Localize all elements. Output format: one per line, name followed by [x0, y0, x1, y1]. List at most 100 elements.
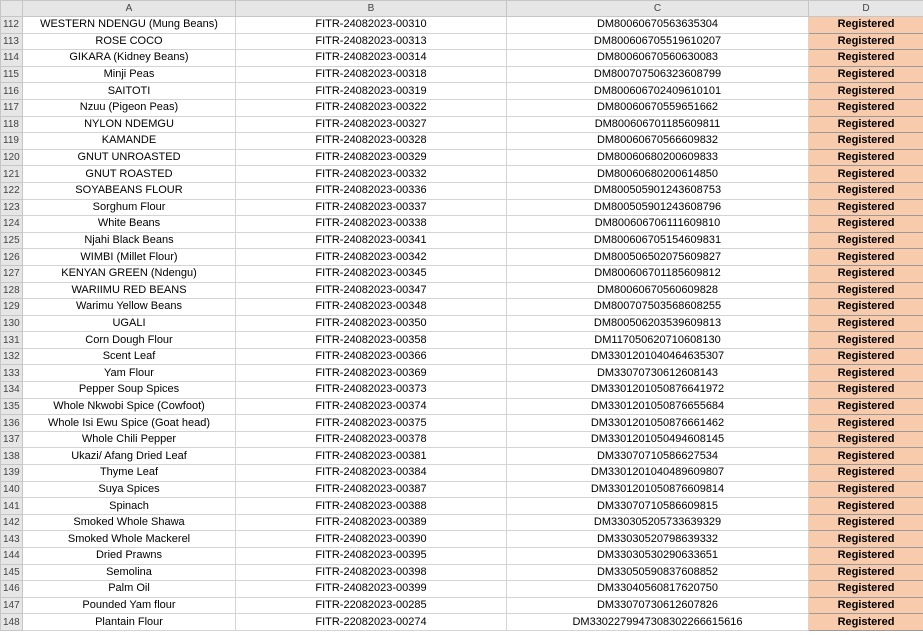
cell-dm-code[interactable]: DM800606705519610207 [506, 32, 809, 51]
cell-fitr-number[interactable]: FITR-24082023-00369 [235, 364, 507, 383]
cell-status[interactable]: Registered [808, 215, 923, 233]
cell-status[interactable]: Registered [808, 231, 923, 250]
cell-dm-code[interactable]: DM33030530290633651 [506, 547, 809, 565]
cell-fitr-number[interactable]: FITR-24082023-00348 [235, 298, 507, 316]
cell-status[interactable]: Registered [808, 381, 923, 399]
cell-status[interactable]: Registered [808, 547, 923, 565]
table-row[interactable]: 112 WESTERN NDENGU (Mung Beans) FITR-24082… [0, 16, 923, 34]
cell-status[interactable]: Registered [808, 414, 923, 432]
cell-status[interactable]: Registered [808, 165, 923, 183]
cell-dm-code[interactable]: DM800506203539609813 [506, 314, 809, 333]
row-number[interactable]: 135 [0, 397, 23, 416]
row-number[interactable]: 133 [0, 364, 23, 383]
cell-product-name[interactable]: Suya Spices [22, 480, 236, 499]
select-all-corner[interactable] [0, 0, 23, 17]
cell-fitr-number[interactable]: FITR-24082023-00366 [235, 347, 507, 366]
cell-dm-code[interactable]: DM800505901243608753 [506, 181, 809, 200]
cell-product-name[interactable]: ROSE COCO [22, 32, 236, 51]
table-row[interactable]: 133 Yam Flour FITR-24082023-00369 DM3307073… [0, 364, 923, 383]
cell-dm-code[interactable]: DM3301201050494608145 [506, 430, 809, 449]
cell-fitr-number[interactable]: FITR-24082023-00337 [235, 198, 507, 217]
row-number[interactable]: 140 [0, 480, 23, 499]
cell-product-name[interactable]: Plantain Flour [22, 613, 236, 631]
cell-fitr-number[interactable]: FITR-24082023-00395 [235, 547, 507, 565]
table-row[interactable]: 148 Plantain Flour FITR-22082023-00274 DM33… [0, 613, 923, 631]
cell-fitr-number[interactable]: FITR-24082023-00375 [235, 414, 507, 432]
cell-product-name[interactable]: WIMBI (Millet Flour) [22, 248, 236, 266]
cell-status[interactable]: Registered [808, 596, 923, 615]
cell-dm-code[interactable]: DM800606706111609810 [506, 215, 809, 233]
table-row[interactable]: 134 Pepper Soup Spices FITR-24082023-00373… [0, 381, 923, 399]
cell-status[interactable]: Registered [808, 248, 923, 266]
cell-status[interactable]: Registered [808, 314, 923, 333]
row-number[interactable]: 112 [0, 16, 23, 34]
cell-fitr-number[interactable]: FITR-24082023-00350 [235, 314, 507, 333]
cell-product-name[interactable]: Palm Oil [22, 580, 236, 598]
cell-fitr-number[interactable]: FITR-22082023-00285 [235, 596, 507, 615]
cell-dm-code[interactable]: DM80060670566609832 [506, 132, 809, 150]
row-number[interactable]: 132 [0, 347, 23, 366]
cell-product-name[interactable]: Warimu Yellow Beans [22, 298, 236, 316]
cell-product-name[interactable]: Semolina [22, 563, 236, 582]
cell-dm-code[interactable]: DM80060680200609833 [506, 148, 809, 167]
table-row[interactable]: 115 Minji Peas FITR-24082023-00318 DM800707… [0, 65, 923, 84]
cell-dm-code[interactable]: DM3302279947308302266615616 [506, 613, 809, 631]
cell-status[interactable]: Registered [808, 480, 923, 499]
row-number[interactable]: 144 [0, 547, 23, 565]
cell-product-name[interactable]: Smoked Whole Mackerel [22, 530, 236, 548]
cell-fitr-number[interactable]: FITR-24082023-00341 [235, 231, 507, 250]
row-number[interactable]: 141 [0, 497, 23, 515]
cell-product-name[interactable]: Scent Leaf [22, 347, 236, 366]
cell-fitr-number[interactable]: FITR-24082023-00332 [235, 165, 507, 183]
cell-status[interactable]: Registered [808, 513, 923, 532]
table-row[interactable]: 130 UGALI FITR-24082023-00350 DM80050620353… [0, 314, 923, 333]
cell-dm-code[interactable]: DM800506502075609827 [506, 248, 809, 266]
table-row[interactable]: 116 SAITOTI FITR-24082023-00319 DM800606702… [0, 82, 923, 100]
cell-dm-code[interactable]: DM33070730612607826 [506, 596, 809, 615]
row-number[interactable]: 139 [0, 464, 23, 482]
table-row[interactable]: 146 Palm Oil FITR-24082023-00399 DM33040560… [0, 580, 923, 598]
column-header-b[interactable]: B [235, 0, 507, 17]
cell-status[interactable]: Registered [808, 430, 923, 449]
cell-status[interactable]: Registered [808, 347, 923, 366]
row-number[interactable]: 134 [0, 381, 23, 399]
row-number[interactable]: 131 [0, 331, 23, 349]
cell-product-name[interactable]: KAMANDE [22, 132, 236, 150]
table-row[interactable]: 113 ROSE COCO FITR-24082023-00313 DM8006067… [0, 32, 923, 51]
row-number[interactable]: 123 [0, 198, 23, 217]
cell-product-name[interactable]: GIKARA (Kidney Beans) [22, 49, 236, 67]
cell-product-name[interactable]: Dried Prawns [22, 547, 236, 565]
cell-status[interactable]: Registered [808, 397, 923, 416]
cell-product-name[interactable]: NYLON NDEMGU [22, 115, 236, 134]
cell-status[interactable]: Registered [808, 364, 923, 383]
cell-product-name[interactable]: Whole Chili Pepper [22, 430, 236, 449]
cell-product-name[interactable]: White Beans [22, 215, 236, 233]
cell-fitr-number[interactable]: FITR-24082023-00374 [235, 397, 507, 416]
cell-dm-code[interactable]: DM117050620710608130 [506, 331, 809, 349]
cell-product-name[interactable]: Sorghum Flour [22, 198, 236, 217]
cell-status[interactable]: Registered [808, 82, 923, 100]
table-row[interactable]: 119 KAMANDE FITR-24082023-00328 DM800606705… [0, 132, 923, 150]
table-row[interactable]: 118 NYLON NDEMGU FITR-24082023-00327 DM8006… [0, 115, 923, 134]
cell-fitr-number[interactable]: FITR-24082023-00389 [235, 513, 507, 532]
cell-product-name[interactable]: Pounded Yam flour [22, 596, 236, 615]
row-number[interactable]: 125 [0, 231, 23, 250]
table-row[interactable]: 127 KENYAN GREEN (Ndengu) FITR-24082023-00… [0, 264, 923, 283]
cell-product-name[interactable]: Whole Nkwobi Spice (Cowfoot) [22, 397, 236, 416]
cell-dm-code[interactable]: DM800606701185609811 [506, 115, 809, 134]
table-row[interactable]: 137 Whole Chili Pepper FITR-24082023-00378… [0, 430, 923, 449]
row-number[interactable]: 147 [0, 596, 23, 615]
row-number[interactable]: 129 [0, 298, 23, 316]
cell-status[interactable]: Registered [808, 298, 923, 316]
cell-product-name[interactable]: Thyme Leaf [22, 464, 236, 482]
cell-status[interactable]: Registered [808, 16, 923, 34]
table-row[interactable]: 144 Dried Prawns FITR-24082023-00395 DM3303… [0, 547, 923, 565]
cell-product-name[interactable]: Nzuu (Pigeon Peas) [22, 98, 236, 117]
row-number[interactable]: 116 [0, 82, 23, 100]
row-number[interactable]: 130 [0, 314, 23, 333]
cell-product-name[interactable]: Corn Dough Flour [22, 331, 236, 349]
cell-status[interactable]: Registered [808, 65, 923, 84]
cell-product-name[interactable]: Smoked Whole Shawa [22, 513, 236, 532]
cell-fitr-number[interactable]: FITR-24082023-00313 [235, 32, 507, 51]
cell-dm-code[interactable]: DM800707506323608799 [506, 65, 809, 84]
